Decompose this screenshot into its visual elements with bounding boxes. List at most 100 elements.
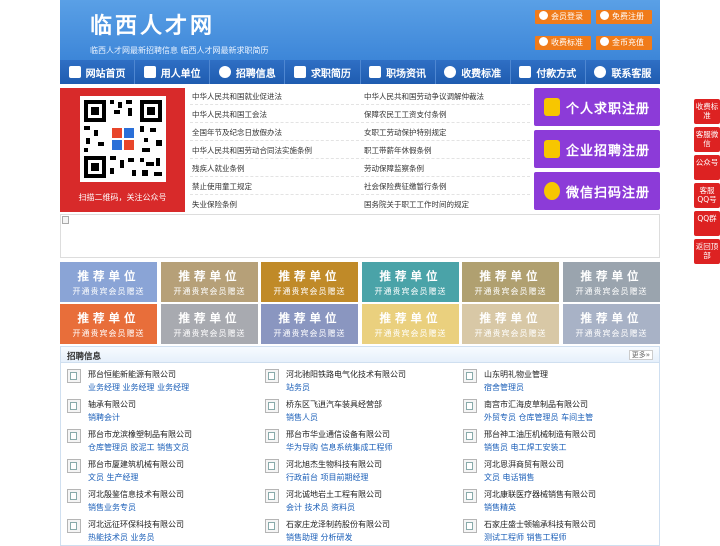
recommended-tile[interactable]: 推荐单位 开通贵宾会员赠送 — [261, 262, 358, 302]
job-item[interactable]: 桥东区飞逍汽车装具经营部 销售人员 — [259, 397, 449, 425]
recommended-tile[interactable]: 推荐单位 开通贵宾会员赠送 — [161, 262, 258, 302]
job-positions[interactable]: 销售员 电工焊工安装工 — [484, 442, 567, 453]
register-button[interactable]: 免费注册 — [596, 10, 652, 24]
company-name[interactable]: 河北康联医疗器械销售有限公司 — [484, 489, 596, 500]
nav-item-payment[interactable]: 付款方式 — [511, 60, 586, 84]
job-positions[interactable]: 会计 技术员 资料员 — [286, 502, 355, 513]
recommended-tile[interactable]: 推荐单位 开通贵宾会员赠送 — [60, 262, 157, 302]
company-name[interactable]: 邢台恒能新能源有限公司 — [88, 369, 176, 380]
job-item[interactable]: 邢台神工油压机械制造有限公司 销售员 电工焊工安装工 — [457, 427, 647, 455]
nav-item-employers[interactable]: 用人单位 — [135, 60, 211, 84]
recharge-button[interactable]: 金币充值 — [596, 36, 652, 50]
job-positions[interactable]: 站务员 — [286, 382, 310, 393]
pricing-button[interactable]: 收费标准 — [535, 36, 591, 50]
job-positions[interactable]: 业务经理 业务经理 业务经理 — [88, 382, 189, 393]
company-name[interactable]: 邢台神工油压机械制造有限公司 — [484, 429, 596, 440]
job-item[interactable]: 河北旭杰生物科技有限公司 行政前台 项目前期经理 — [259, 457, 449, 485]
law-link[interactable]: 中华人民共和国工会法 — [192, 109, 267, 120]
personal-register-button[interactable]: 个人求职注册 — [534, 88, 660, 126]
company-register-button[interactable]: 企业招聘注册 — [534, 130, 660, 168]
recommended-tile[interactable]: 推荐单位 开通贵宾会员赠送 — [261, 304, 358, 344]
law-link[interactable]: 社会保险费征缴暂行条例 — [364, 181, 447, 192]
job-positions[interactable]: 文员 电话销售 — [484, 472, 535, 483]
job-item[interactable]: 河北康联医疗器械销售有限公司 销售精英 — [457, 487, 647, 515]
job-item[interactable]: 山东明礼物业管理 宿舍管理员 — [457, 367, 647, 395]
job-positions[interactable]: 华为导购 信息系统集成工程师 — [286, 442, 393, 453]
float-official-account-button[interactable]: 公众号 — [694, 155, 720, 180]
company-name[interactable]: 河北驰阳铁路电气化技术有限公司 — [286, 369, 406, 380]
company-name[interactable]: 轴承有限公司 — [88, 399, 136, 410]
site-title[interactable]: 临西人才网 — [90, 8, 215, 40]
company-name[interactable]: 河北旭杰生物科技有限公司 — [286, 459, 382, 470]
company-name[interactable]: 邢台市华业通信设备有限公司 — [286, 429, 390, 440]
law-link[interactable]: 职工带薪年休假条例 — [364, 145, 432, 156]
law-link[interactable]: 禁止使用童工规定 — [192, 181, 252, 192]
nav-item-pricing[interactable]: 收费标准 — [436, 60, 511, 84]
nav-item-resumes[interactable]: 求职简历 — [285, 60, 361, 84]
float-qq-service-button[interactable]: 客服QQ号 — [694, 183, 720, 208]
company-name[interactable]: 河北殷鉴信息技术有限公司 — [88, 489, 184, 500]
recommended-tile[interactable]: 推荐单位 开通贵宾会员赠送 — [161, 304, 258, 344]
job-item[interactable]: 邢台市厦建筑机械有限公司 文员 生产经理 — [61, 457, 251, 485]
recommended-tile[interactable]: 推荐单位 开通贵宾会员赠送 — [362, 304, 459, 344]
job-positions[interactable]: 测试工程师 销售工程师 — [484, 532, 567, 543]
login-button[interactable]: 会员登录 — [535, 10, 591, 24]
law-link[interactable]: 中华人民共和国就业促进法 — [192, 91, 282, 102]
job-positions[interactable]: 文员 生产经理 — [88, 472, 139, 483]
company-name[interactable]: 石家庄盛士顿输承科技有限公司 — [484, 519, 596, 530]
recommended-tile[interactable]: 推荐单位 开通贵宾会员赠送 — [563, 304, 660, 344]
job-item[interactable]: 石家庄盛士顿输承科技有限公司 测试工程师 销售工程师 — [457, 517, 647, 545]
job-item[interactable]: 石家庄龙泽制药股份有限公司 销售助理 分析研发 — [259, 517, 449, 545]
float-pricing-button[interactable]: 收费标准 — [694, 99, 720, 124]
job-positions[interactable]: 销聘会计 — [88, 412, 120, 423]
job-item[interactable]: 南宫市汇海皮草制品有限公司 外贸专员 仓库管理员 车间主管 — [457, 397, 647, 425]
job-item[interactable]: 邢台市华业通信设备有限公司 华为导购 信息系统集成工程师 — [259, 427, 449, 455]
law-link[interactable]: 国务院关于职工工作时间的规定 — [364, 199, 469, 210]
job-positions[interactable]: 仓库管理员 胶泥工 销售文员 — [88, 442, 189, 453]
nav-item-news[interactable]: 职场资讯 — [361, 60, 436, 84]
company-name[interactable]: 石家庄龙泽制药股份有限公司 — [286, 519, 390, 530]
job-item[interactable]: 河北远征环保科技有限公司 热能技术员 业务员 — [61, 517, 251, 545]
recommended-tile[interactable]: 推荐单位 开通贵宾会员赠送 — [462, 262, 559, 302]
job-positions[interactable]: 销售人员 — [286, 412, 318, 423]
recommended-tile[interactable]: 推荐单位 开通贵宾会员赠送 — [563, 262, 660, 302]
company-name[interactable]: 南宫市汇海皮草制品有限公司 — [484, 399, 588, 410]
law-link[interactable]: 失业保险条例 — [192, 199, 237, 210]
job-item[interactable]: 邢台市龙滨橡塑制品有限公司 仓库管理员 胶泥工 销售文员 — [61, 427, 251, 455]
float-wechat-service-button[interactable]: 客服微信 — [694, 127, 720, 152]
job-item[interactable]: 河北诚地岩土工程有限公司 会计 技术员 资料员 — [259, 487, 449, 515]
job-item[interactable]: 轴承有限公司 销聘会计 — [61, 397, 251, 425]
nav-item-jobs[interactable]: 招聘信息 — [210, 60, 286, 84]
law-link[interactable]: 残疾人就业条例 — [192, 163, 245, 174]
float-qq-group-button[interactable]: QQ群 — [694, 211, 720, 236]
job-positions[interactable]: 宿舍管理员 — [484, 382, 524, 393]
job-positions[interactable]: 外贸专员 仓库管理员 车间主管 — [484, 412, 593, 423]
more-jobs-link[interactable]: 更多» — [628, 350, 653, 360]
job-item[interactable]: 邢台恒能新能源有限公司业务经理 业务经理 业务经理 — [61, 367, 251, 395]
company-name[interactable]: 河北诚地岩土工程有限公司 — [286, 489, 382, 500]
job-positions[interactable]: 销售业务专员 — [88, 502, 136, 513]
law-link[interactable]: 保障农民工工资支付条例 — [364, 109, 447, 120]
job-item[interactable]: 河北恩湃商贸有限公司 文员 电话销售 — [457, 457, 647, 485]
company-name[interactable]: 邢台市龙滨橡塑制品有限公司 — [88, 429, 192, 440]
law-link[interactable]: 劳动保障监察条例 — [364, 163, 424, 174]
company-name[interactable]: 桥东区飞逍汽车装具经营部 — [286, 399, 382, 410]
recommended-tile[interactable]: 推荐单位 开通贵宾会员赠送 — [462, 304, 559, 344]
law-link[interactable]: 女职工劳动保护特别规定 — [364, 127, 447, 138]
nav-item-home[interactable]: 网站首页 — [60, 60, 136, 84]
wechat-register-button[interactable]: 微信扫码注册 — [534, 172, 660, 210]
company-name[interactable]: 河北远征环保科技有限公司 — [88, 519, 184, 530]
job-positions[interactable]: 销售助理 分析研发 — [286, 532, 353, 543]
job-positions[interactable]: 热能技术员 业务员 — [88, 532, 155, 543]
company-name[interactable]: 山东明礼物业管理 — [484, 369, 548, 380]
recommended-tile[interactable]: 推荐单位 开通贵宾会员赠送 — [60, 304, 157, 344]
back-to-top-button[interactable]: 返回顶部 — [694, 239, 720, 264]
nav-item-contact[interactable]: 联系客服 — [586, 60, 660, 84]
recommended-tile[interactable]: 推荐单位 开通贵宾会员赠送 — [362, 262, 459, 302]
law-link[interactable]: 中华人民共和国劳动争议调解仲裁法 — [364, 91, 484, 102]
company-name[interactable]: 邢台市厦建筑机械有限公司 — [88, 459, 184, 470]
job-positions[interactable]: 行政前台 项目前期经理 — [286, 472, 369, 483]
company-name[interactable]: 河北恩湃商贸有限公司 — [484, 459, 564, 470]
law-link[interactable]: 中华人民共和国劳动合同法实施条例 — [192, 145, 312, 156]
job-item[interactable]: 河北驰阳铁路电气化技术有限公司 站务员 — [259, 367, 449, 395]
